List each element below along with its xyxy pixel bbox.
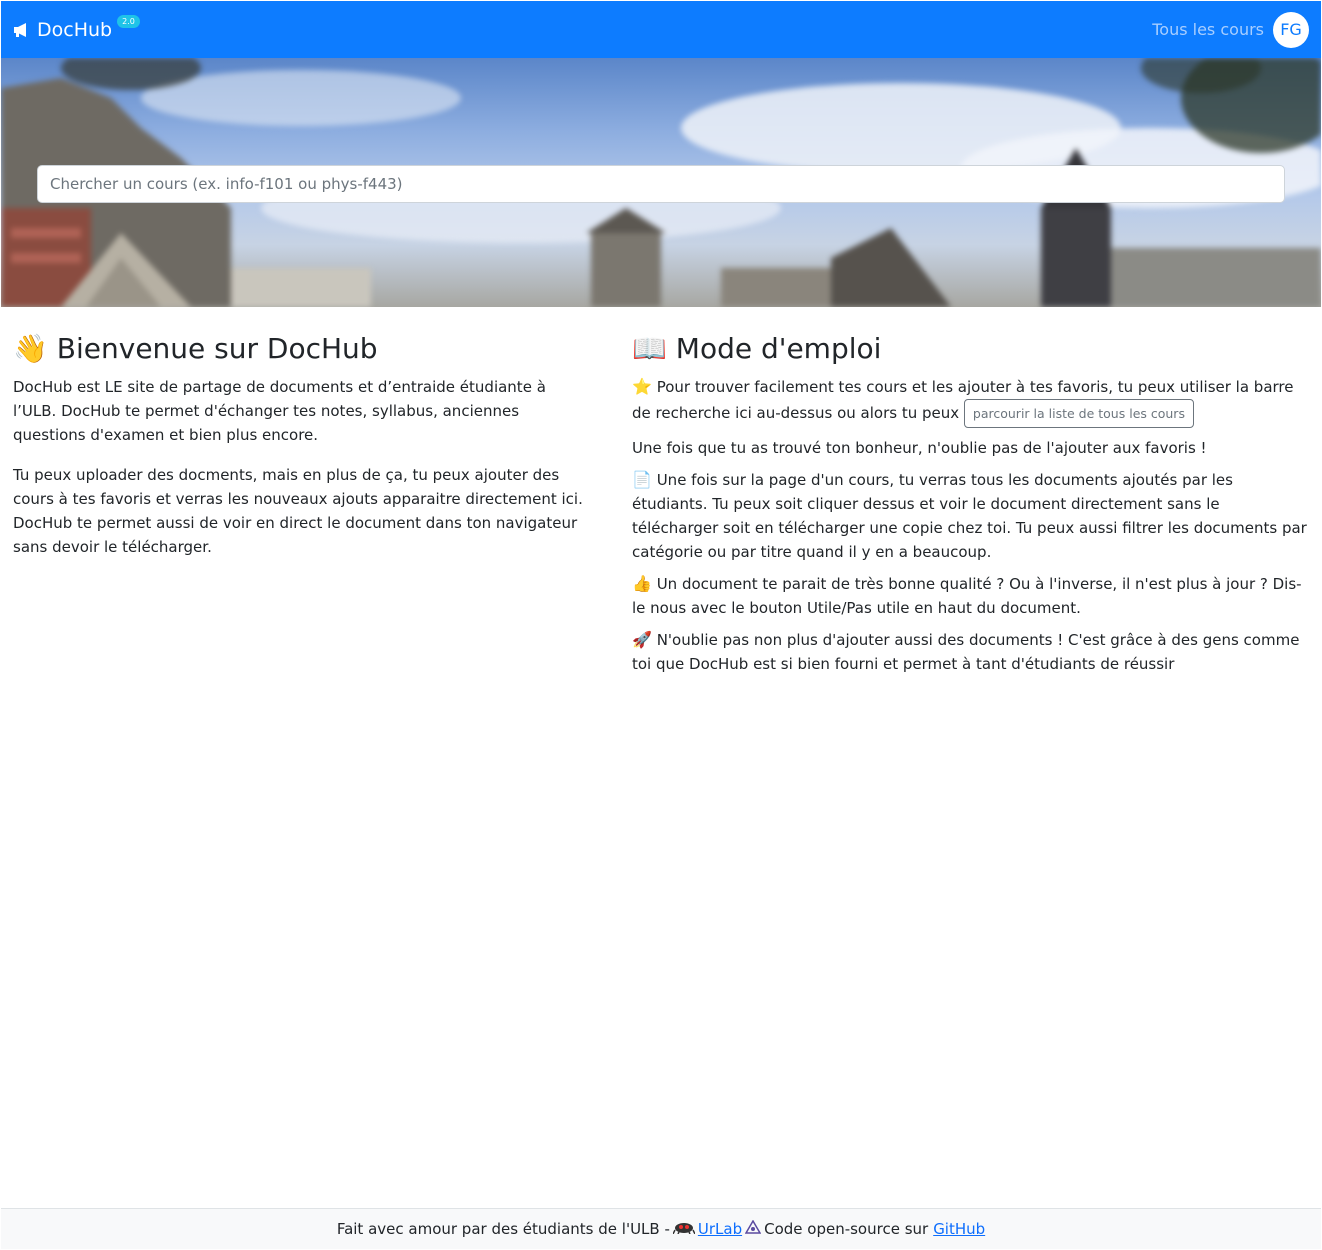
welcome-section: 👋 Bienvenue sur DocHub DocHub est LE sit…	[13, 331, 593, 575]
guide-paragraph-course-page: 📄 Une fois sur la page d'un cours, tu ve…	[632, 468, 1310, 564]
guide-title: 📖 Mode d'emploi	[632, 331, 1310, 367]
guide-paragraph-rating-text: Un document te parait de très bonne qual…	[632, 575, 1302, 617]
navbar: DocHub 2.0 Tous les cours FG	[1, 1, 1321, 58]
footer-text: Fait avec amour par des étudiants de l'U…	[336, 1220, 670, 1238]
guide-paragraph-course-page-text: Une fois sur la page d'un cours, tu verr…	[632, 471, 1307, 561]
github-link[interactable]: GitHub	[933, 1220, 985, 1238]
rocket-icon: 🚀	[632, 630, 652, 649]
brand[interactable]: DocHub 2.0	[13, 15, 140, 41]
welcome-paragraph-2: Tu peux uploader des docments, mais en p…	[13, 466, 583, 556]
nav-right: Tous les cours FG	[1152, 11, 1309, 48]
browse-all-courses-button[interactable]: parcourir la liste de tous les cours	[963, 399, 1194, 428]
waving-hand-icon: 👋	[13, 332, 48, 365]
footer: Fait avec amour par des étudiants de l'U…	[1, 1208, 1321, 1249]
urlab-logo-icon	[672, 1220, 696, 1238]
footer-opensource-text: Code open-source sur	[764, 1220, 929, 1238]
guide-paragraph-search-text: Pour trouver facilement tes cours et les…	[632, 378, 1294, 422]
brand-name: DocHub	[37, 18, 113, 41]
welcome-paragraph-1: DocHub est LE site de partage de documen…	[13, 378, 546, 444]
urlab-link[interactable]: UrLab	[698, 1220, 742, 1238]
avatar[interactable]: FG	[1273, 11, 1309, 48]
guide-paragraph-search: ⭐ Pour trouver facilement tes cours et l…	[632, 375, 1310, 428]
welcome-title-text: Bienvenue sur DocHub	[56, 332, 378, 365]
guide-paragraph-upload-text: N'oublie pas non plus d'ajouter aussi de…	[632, 631, 1300, 673]
open-book-icon: 📖	[632, 332, 667, 365]
page: DocHub 2.0 Tous les cours FG Chercher un…	[1, 1, 1321, 1249]
page-icon: 📄	[632, 470, 652, 489]
course-search-input[interactable]	[37, 165, 1285, 203]
star-icon: ⭐	[632, 377, 652, 396]
guide-paragraph-upload: 🚀 N'oublie pas non plus d'ajouter aussi …	[632, 628, 1310, 676]
thumbs-up-icon: 👍	[632, 574, 652, 593]
urlab-triangle-icon	[744, 1219, 762, 1238]
guide-section: 📖 Mode d'emploi ⭐ Pour trouver facilemen…	[632, 331, 1310, 684]
all-courses-link[interactable]: Tous les cours	[1152, 20, 1264, 39]
megaphone-icon	[13, 22, 31, 38]
welcome-title: 👋 Bienvenue sur DocHub	[13, 331, 593, 367]
guide-title-text: Mode d'emploi	[675, 332, 882, 365]
version-badge: 2.0	[117, 15, 140, 28]
guide-paragraph-rating: 👍 Un document te parait de très bonne qu…	[632, 572, 1310, 620]
hero-banner	[1, 58, 1321, 307]
guide-paragraph-favorites: Une fois que tu as trouvé ton bonheur, n…	[632, 439, 1207, 457]
